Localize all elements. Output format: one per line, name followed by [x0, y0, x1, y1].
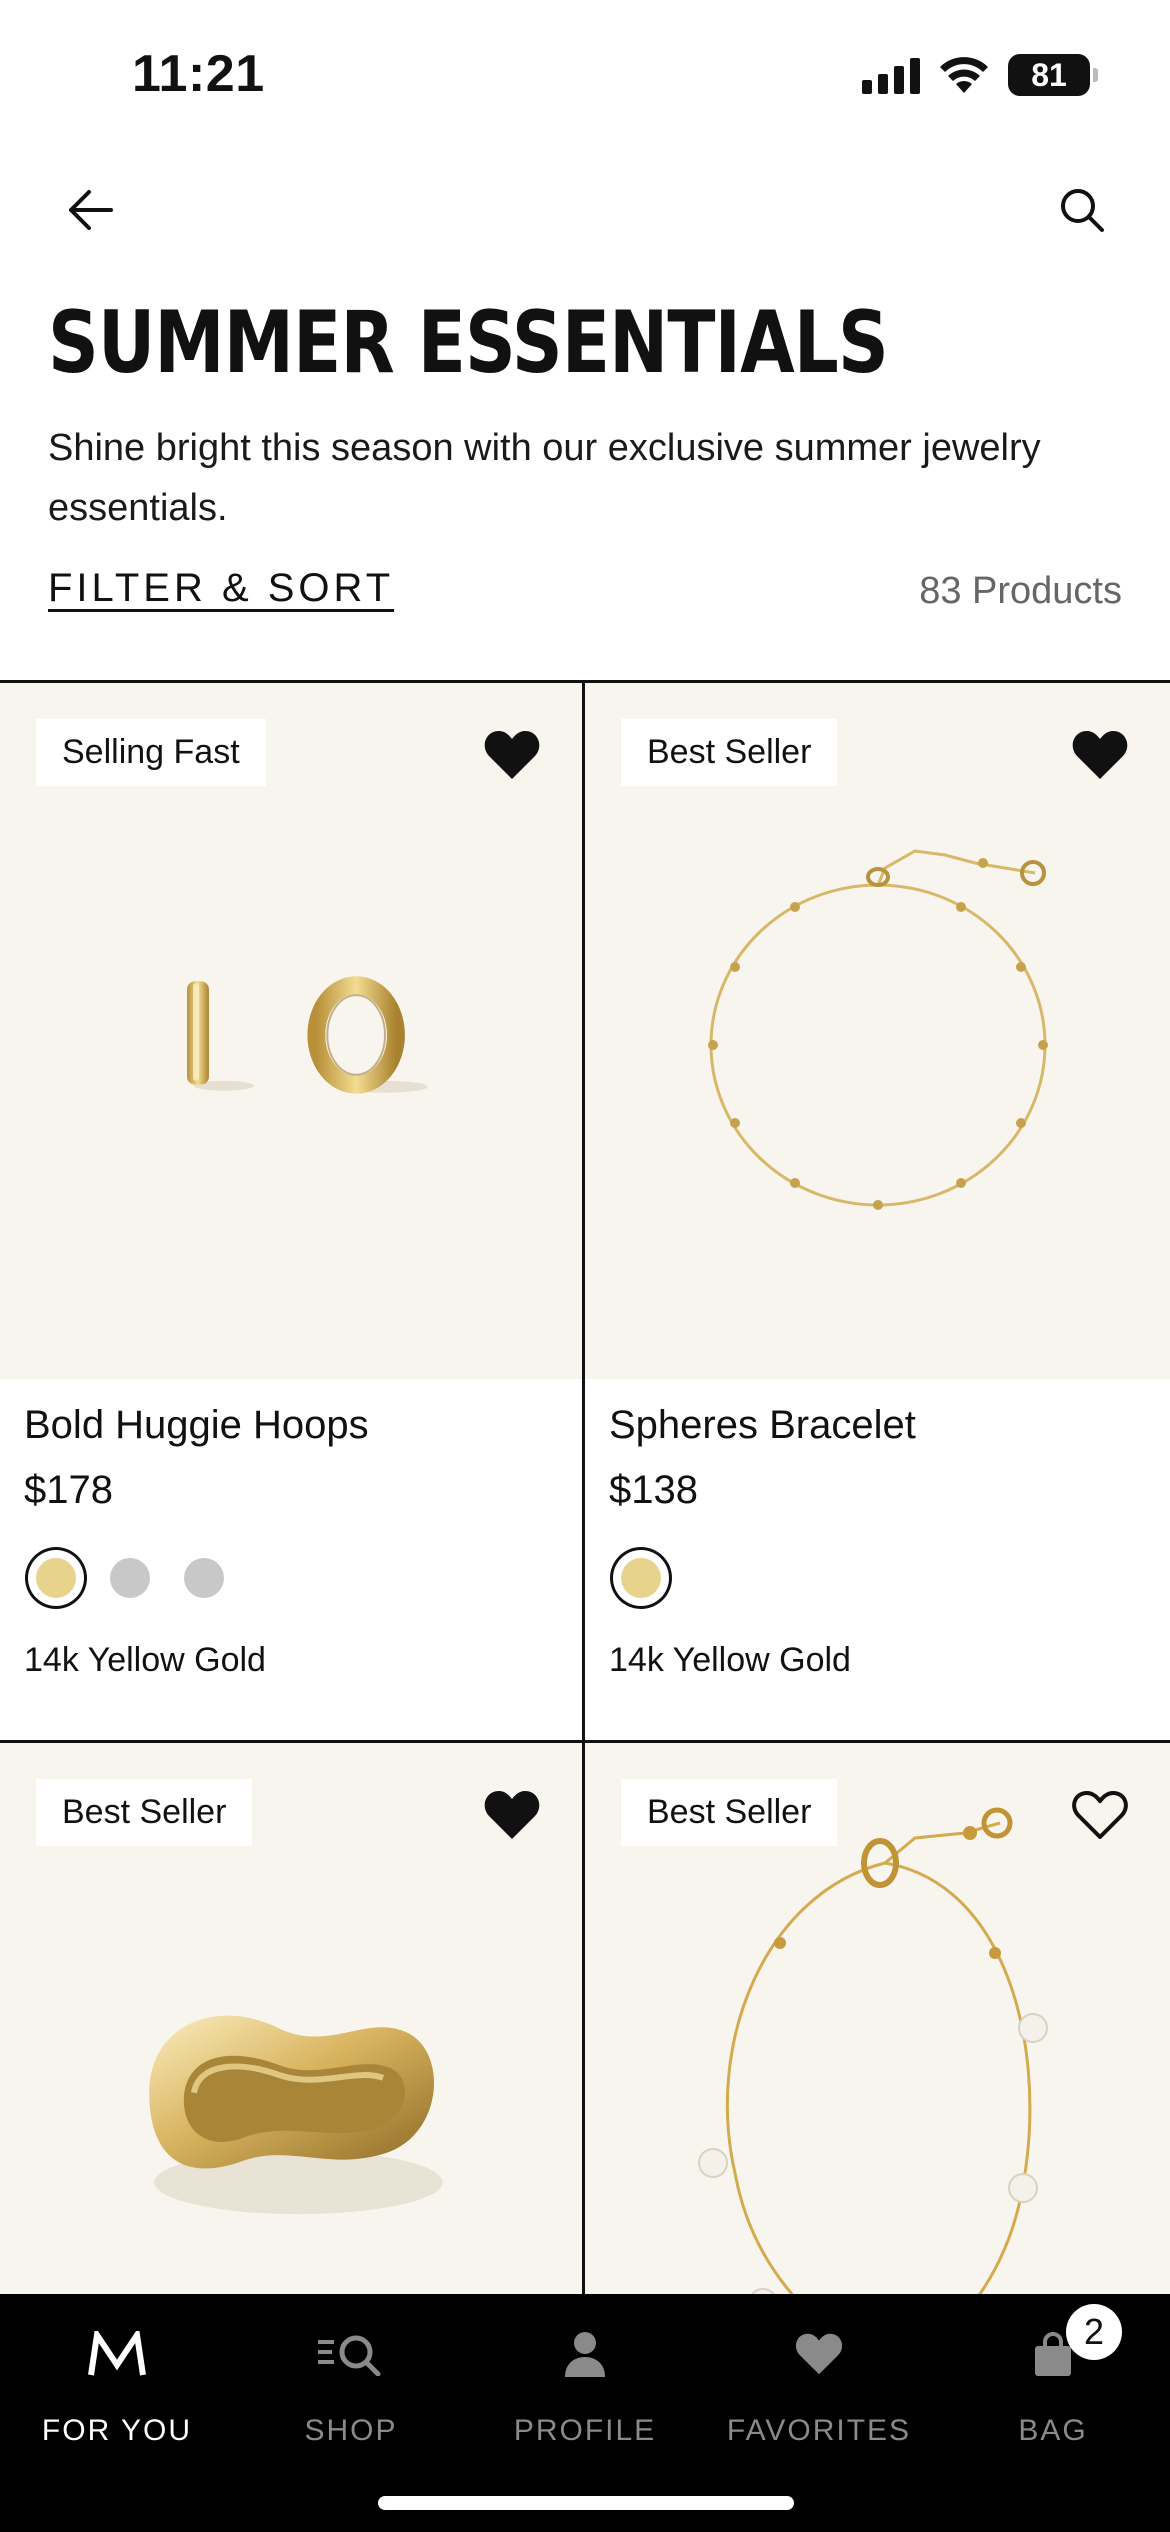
tab-bar: FOR YOU SHOP PROFILE FAVORITES 2 BAG — [0, 2294, 1170, 2532]
swatch-silver[interactable] — [110, 1558, 150, 1598]
tab-shop[interactable]: SHOP — [234, 2294, 468, 2474]
bag-count-badge: 2 — [1066, 2304, 1122, 2360]
product-badge: Selling Fast — [36, 719, 266, 786]
swatch-white-gold[interactable] — [184, 1558, 224, 1598]
product-price: $178 — [24, 1468, 113, 1512]
status-time: 11:21 — [132, 45, 265, 103]
search-icon — [1061, 189, 1104, 232]
favorite-heart-icon[interactable] — [1072, 729, 1128, 781]
product-card[interactable]: Best Seller — [585, 1743, 1170, 2343]
product-count: 83 Products — [919, 570, 1122, 612]
battery-icon: 81 — [1008, 54, 1098, 96]
tab-favorites[interactable]: FAVORITES — [702, 2294, 936, 2474]
wifi-icon — [940, 57, 988, 93]
tabs: FOR YOU SHOP PROFILE FAVORITES 2 BAG — [0, 2294, 1170, 2474]
product-card[interactable]: Selling Fast Bold Huggie Hoops $178 14k … — [0, 683, 585, 1740]
tab-bag[interactable]: 2 BAG — [936, 2294, 1170, 2474]
brand-m-icon — [82, 2324, 152, 2384]
status-icons: 81 — [862, 54, 1098, 96]
person-icon — [550, 2324, 620, 2384]
product-badge: Best Seller — [621, 719, 838, 786]
status-bar: 11:21 81 — [0, 0, 1170, 150]
home-indicator[interactable] — [378, 2496, 794, 2510]
page-description: Shine bright this season with our exclus… — [48, 427, 1041, 529]
tab-label: SHOP — [304, 2414, 398, 2447]
tab-label: FOR YOU — [41, 2414, 193, 2447]
screen: 11:21 81 SUMMER ESSENTIALS Shine bright … — [0, 0, 1170, 2532]
tab-label: PROFILE — [513, 2414, 657, 2447]
favorite-heart-icon[interactable] — [484, 729, 540, 781]
tab-label: BAG — [1018, 2414, 1088, 2447]
spheres-bracelet-image — [708, 849, 1048, 1210]
shop-search-icon — [316, 2324, 386, 2384]
search-button[interactable] — [1052, 180, 1112, 240]
heart-icon — [784, 2324, 854, 2384]
favorite-heart-outline-icon[interactable] — [1072, 1789, 1128, 1841]
product-image[interactable]: Best Seller — [585, 683, 1170, 1379]
favorite-heart-icon[interactable] — [484, 1789, 540, 1841]
arrow-left-icon — [69, 190, 113, 230]
product-price: $138 — [609, 1468, 698, 1512]
page-title: SUMMER ESSENTIALS — [48, 293, 889, 393]
tab-profile[interactable]: PROFILE — [468, 2294, 702, 2474]
product-name: Spheres Bracelet — [609, 1403, 916, 1447]
tab-for-you[interactable]: FOR YOU — [0, 2294, 234, 2474]
filter-row: FILTER & SORT 83 Products — [48, 566, 1122, 626]
product-image[interactable]: Best Seller — [585, 1743, 1170, 2343]
product-badge: Best Seller — [621, 1779, 838, 1846]
product-card[interactable]: Best Seller — [0, 1743, 585, 2343]
product-material: 14k Yellow Gold — [609, 1641, 851, 1679]
nav-row — [0, 170, 1170, 250]
product-image[interactable]: Best Seller — [0, 1743, 582, 2343]
product-row: Selling Fast Bold Huggie Hoops $178 14k … — [0, 683, 1170, 1743]
swatch-yellow-gold[interactable] — [36, 1558, 76, 1598]
product-material: 14k Yellow Gold — [24, 1641, 266, 1679]
cellular-signal-icon — [862, 56, 920, 94]
swatch-yellow-gold[interactable] — [621, 1558, 661, 1598]
product-image[interactable]: Selling Fast — [0, 683, 582, 1379]
product-name: Bold Huggie Hoops — [24, 1403, 369, 1447]
product-info: Bold Huggie Hoops $178 14k Yellow Gold — [24, 1403, 564, 1680]
product-info: Spheres Bracelet $138 14k Yellow Gold — [609, 1403, 1149, 1680]
battery-level: 81 — [1031, 56, 1067, 93]
product-grid: Selling Fast Bold Huggie Hoops $178 14k … — [0, 680, 1170, 2343]
back-button[interactable] — [60, 180, 120, 240]
huggie-hoops-image — [187, 976, 428, 1094]
filter-sort-link[interactable]: FILTER & SORT — [48, 566, 394, 611]
product-row: Best Seller Best Seller — [0, 1743, 1170, 2343]
color-swatches — [24, 1543, 564, 1613]
product-badge: Best Seller — [36, 1779, 253, 1846]
product-card[interactable]: Best Seller Spheres Bracelet $138 14k Ye… — [585, 683, 1170, 1740]
tab-label: FAVORITES — [726, 2414, 912, 2447]
color-swatches — [609, 1543, 1149, 1613]
